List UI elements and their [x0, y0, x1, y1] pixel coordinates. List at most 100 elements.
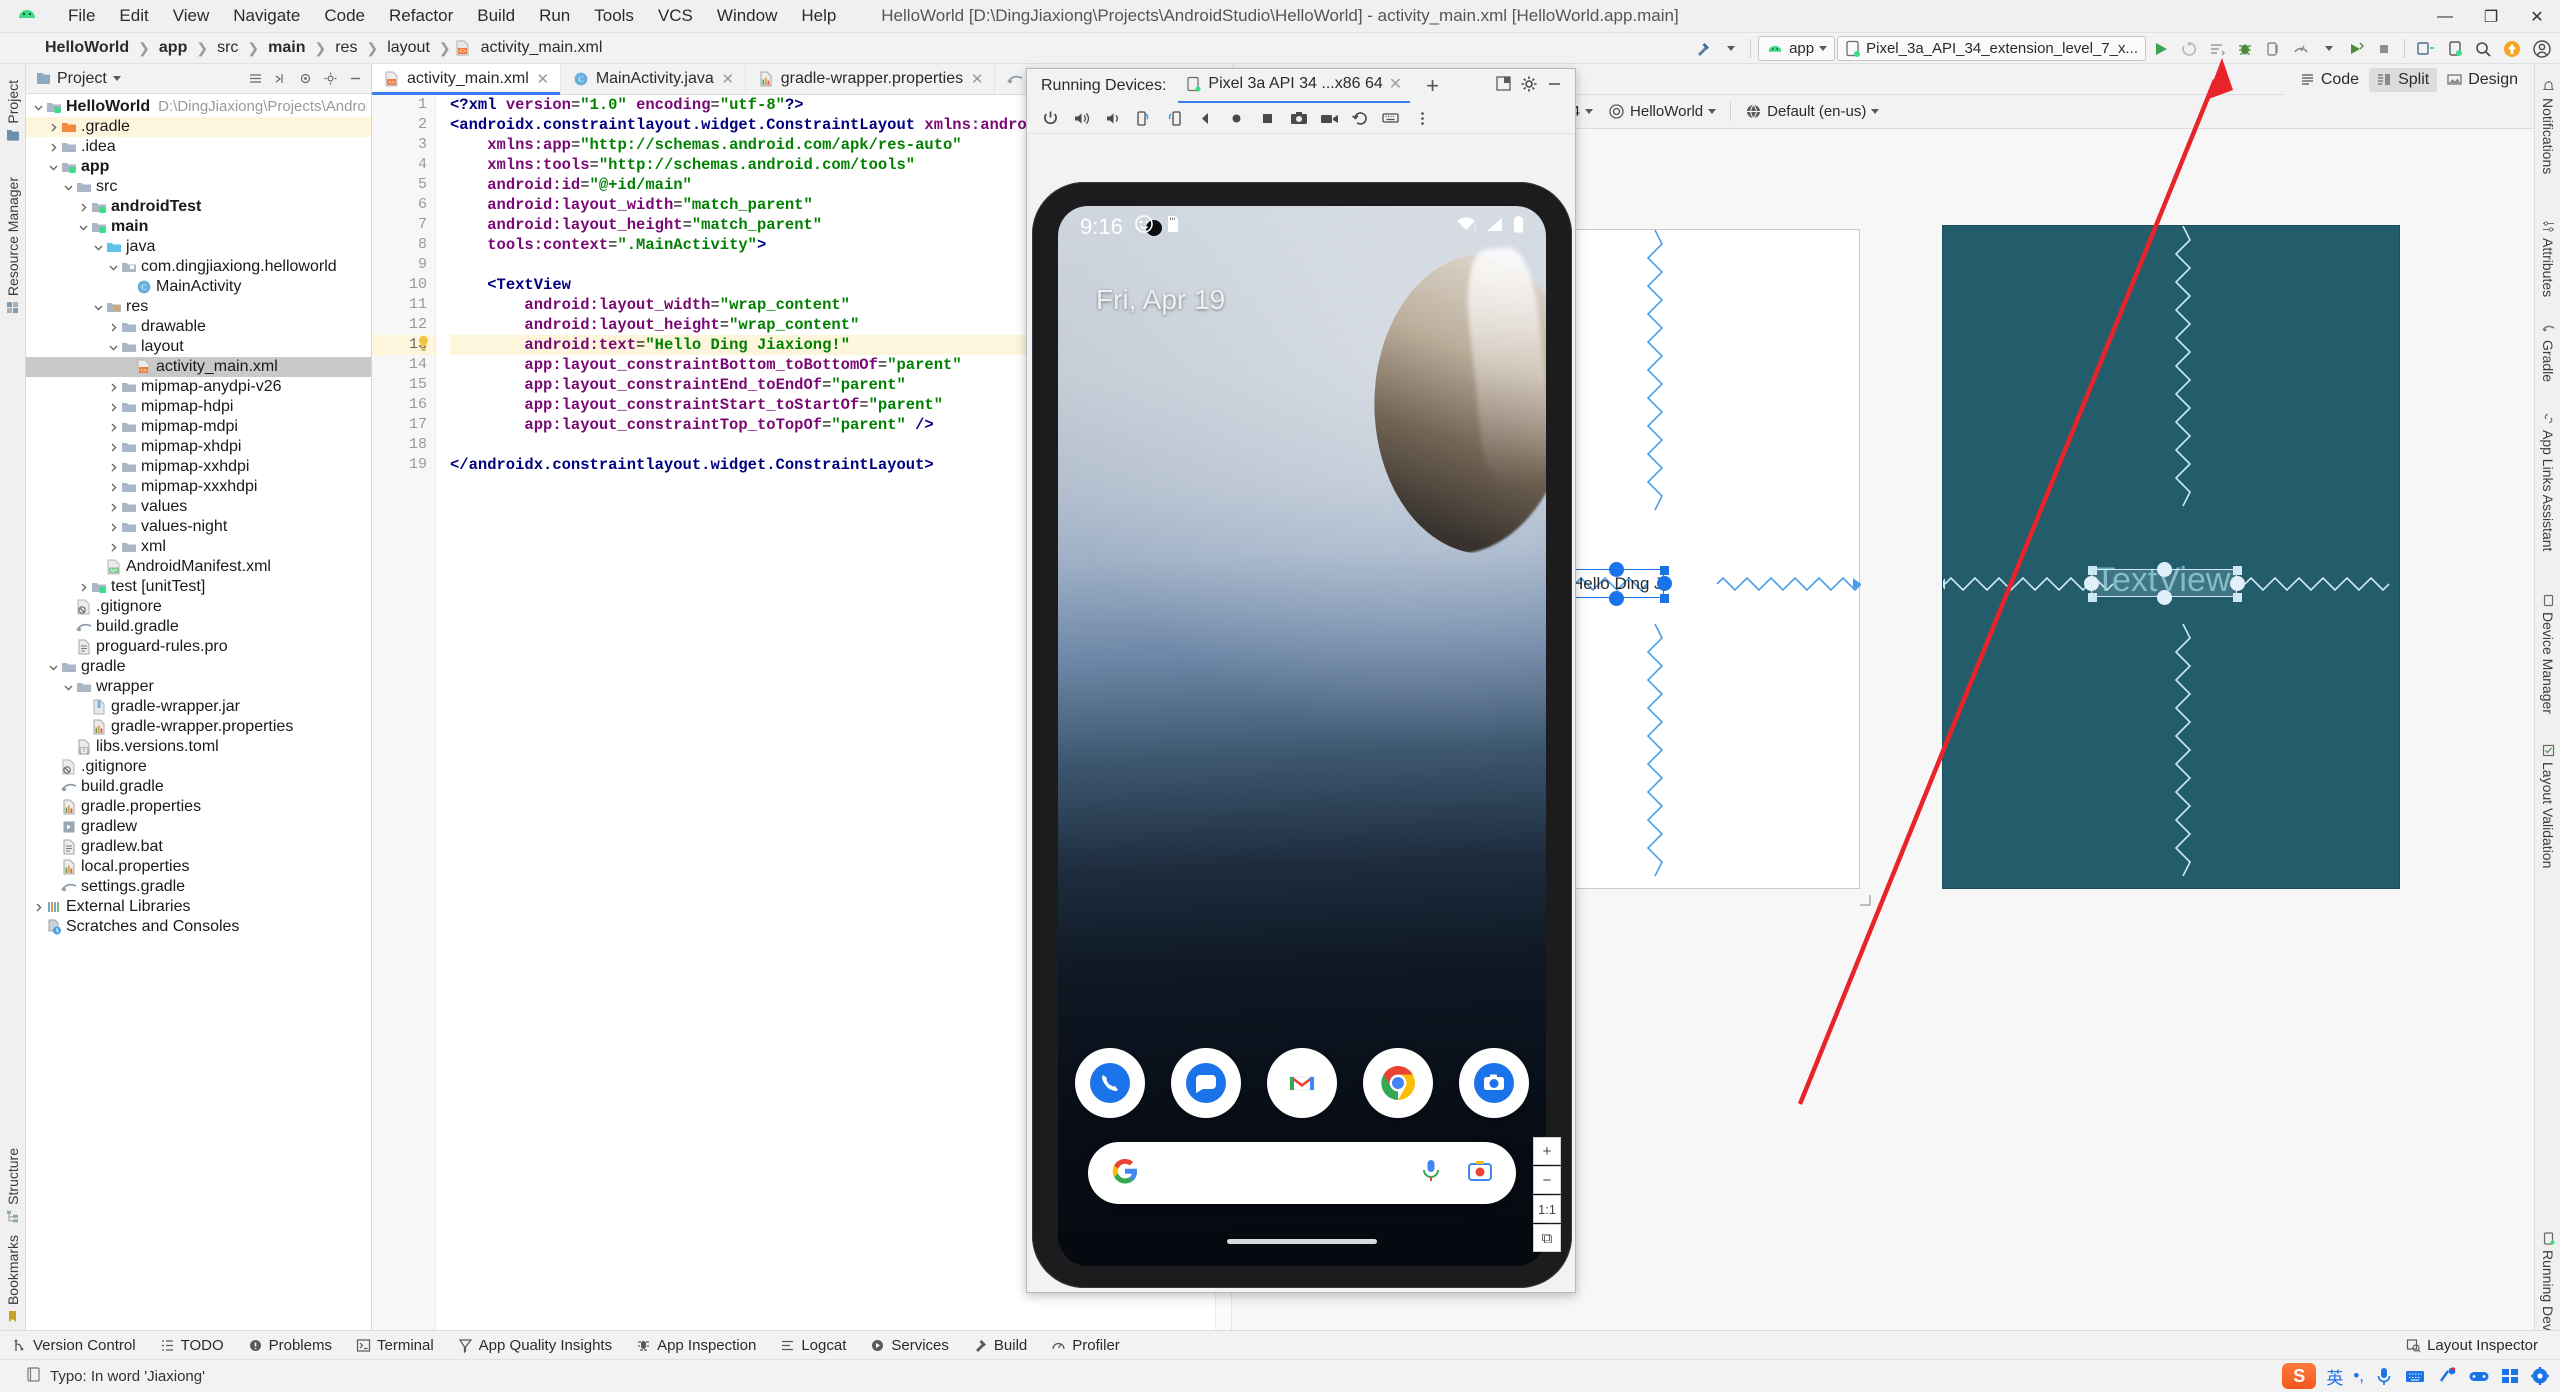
debug-icon[interactable]	[2232, 36, 2258, 61]
breadcrumb-item-main[interactable]: main	[263, 37, 310, 59]
tree-node-res[interactable]: res	[26, 297, 371, 317]
running-devices-window[interactable]: Running Devices: Pixel 3a API 34 ...x86 …	[1026, 68, 1576, 1293]
rotate-history-icon[interactable]	[1347, 106, 1374, 131]
collapse-all-icon[interactable]	[270, 69, 290, 89]
ime-mic-icon[interactable]	[2374, 1365, 2394, 1387]
account-icon[interactable]	[2528, 36, 2556, 61]
emulator-toolbar[interactable]	[1027, 103, 1575, 134]
chevron-down-icon[interactable]	[92, 301, 105, 314]
emulator-zoom-controls[interactable]: + − 1:1 ⧉	[1533, 1137, 1561, 1252]
separate-window-icon[interactable]	[1495, 75, 1512, 97]
view-mode-code[interactable]: Code	[2292, 68, 2367, 92]
line-number[interactable]: 11	[372, 295, 435, 315]
bp-constraint-anchor-bottom[interactable]	[2157, 590, 2172, 605]
sidebar-item-bookmarks[interactable]: Bookmarks	[0, 1227, 26, 1331]
tree-node-gradlew-bat[interactable]: gradlew.bat	[26, 837, 371, 857]
add-device-tab-button[interactable]: +	[1422, 73, 1443, 99]
resize-handle-tr[interactable]	[1660, 566, 1669, 575]
tree-node-gradle[interactable]: gradle	[26, 657, 371, 677]
tree-node-app[interactable]: app	[26, 157, 371, 177]
phone-icon[interactable]	[1075, 1048, 1145, 1118]
device-explorer-icon[interactable]	[2442, 36, 2468, 61]
line-number-gutter[interactable]: 1 2 3 4 5 6 7 8 9 10 11 12 13 14 15 16 17 18 19	[372, 95, 436, 1330]
tree-node-java[interactable]: java	[26, 237, 371, 257]
tree-node-gradlew[interactable]: gradlew	[26, 817, 371, 837]
bp-resize-handle-br[interactable]	[2233, 593, 2242, 602]
home-date-widget[interactable]: Fri, Apr 19	[1096, 284, 1225, 316]
zoom-in-button[interactable]: +	[1533, 1137, 1561, 1165]
emulator-phone[interactable]: 9:16 ! Fri, Apr 19	[1027, 182, 1577, 1292]
menu-window[interactable]: Window	[705, 3, 789, 29]
emulator-body[interactable]: 9:16 ! Fri, Apr 19 + − 1:1 ⧉	[1027, 134, 1575, 1292]
line-number[interactable]: 8	[372, 235, 435, 255]
chevron-right-icon[interactable]	[107, 441, 120, 454]
overview-icon[interactable]	[1254, 106, 1281, 131]
camera-icon[interactable]	[1459, 1048, 1529, 1118]
tree-node-drawable[interactable]: drawable	[26, 317, 371, 337]
run-with-coverage-icon[interactable]	[2343, 36, 2369, 61]
tree-node-gitignore[interactable]: .gitignore	[26, 757, 371, 777]
constraint-anchor-bottom[interactable]	[1609, 591, 1624, 606]
select-opened-file-icon[interactable]	[295, 69, 315, 89]
zoom-actual-size-button[interactable]: 1:1	[1533, 1195, 1561, 1223]
tree-node-src[interactable]: src	[26, 177, 371, 197]
settings-icon[interactable]	[320, 69, 340, 89]
tree-node-mipmap-hdpi[interactable]: mipmap-hdpi	[26, 397, 371, 417]
tree-node-values[interactable]: values	[26, 497, 371, 517]
chevron-right-icon[interactable]	[107, 461, 120, 474]
menu-run[interactable]: Run	[527, 3, 582, 29]
device-tab[interactable]: Pixel 3a API 34 ...x86 64 ✕	[1178, 69, 1411, 103]
run-icon[interactable]	[2148, 36, 2174, 61]
line-number[interactable]: 7	[372, 215, 435, 235]
breadcrumb-item-res[interactable]: res	[330, 37, 362, 59]
tree-node-mipmap-anydpi-v26[interactable]: mipmap-anydpi-v26	[26, 377, 371, 397]
maximize-button[interactable]: ❐	[2468, 0, 2514, 33]
tree-node-idea[interactable]: .idea	[26, 137, 371, 157]
ime-settings-icon[interactable]	[2530, 1366, 2550, 1386]
tree-node-mipmap-xxhdpi[interactable]: mipmap-xxhdpi	[26, 457, 371, 477]
chevron-down-icon[interactable]	[47, 661, 60, 674]
resize-handle-br[interactable]	[1660, 594, 1669, 603]
power-icon[interactable]	[1037, 106, 1064, 131]
tree-node-mipmap-xhdpi[interactable]: mipmap-xhdpi	[26, 437, 371, 457]
line-number[interactable]: 6	[372, 195, 435, 215]
bp-constraint-anchor-start[interactable]	[2084, 576, 2099, 591]
volume-up-icon[interactable]	[1068, 106, 1095, 131]
minimize-icon[interactable]	[1546, 75, 1563, 97]
record-icon[interactable]	[1316, 106, 1343, 131]
bp-resize-handle-bl[interactable]	[2088, 593, 2097, 602]
tree-node-gradle-properties[interactable]: gradle.properties	[26, 797, 371, 817]
project-panel-actions[interactable]	[245, 69, 371, 89]
chevron-right-icon[interactable]	[107, 481, 120, 494]
bp-constraint-anchor-top[interactable]	[2157, 562, 2172, 577]
status-bar-right[interactable]: S 英 •,	[2282, 1363, 2560, 1389]
tree-node-wrapper[interactable]: wrapper	[26, 677, 371, 697]
search-icon[interactable]	[2470, 36, 2496, 61]
home-icon[interactable]	[1223, 106, 1250, 131]
line-number[interactable]: 5	[372, 175, 435, 195]
constraint-anchor-end[interactable]	[1657, 576, 1672, 591]
close-button[interactable]: ✕	[2514, 0, 2560, 33]
menu-view[interactable]: View	[161, 3, 222, 29]
tool-layout-inspector[interactable]: Layout Inspector	[2394, 1334, 2550, 1357]
tree-node-gradle-wrapper-jar[interactable]: gradle-wrapper.jar	[26, 697, 371, 717]
sidebar-item-gradle[interactable]: Gradle	[2535, 314, 2560, 390]
breadcrumb-item-file[interactable]: activity_main.xml	[476, 37, 608, 59]
tool-window-bar[interactable]: Version Control TODO Problems Terminal A…	[0, 1330, 2560, 1359]
menu-navigate[interactable]: Navigate	[221, 3, 312, 29]
tool-todo[interactable]: TODO	[148, 1334, 236, 1357]
sidebar-item-resource-manager[interactable]: Resource Manager	[0, 169, 26, 322]
close-icon[interactable]: ✕	[1389, 74, 1402, 94]
breadcrumb-item-src[interactable]: src	[212, 37, 243, 59]
editor-tab-gradle-wrapper-properties[interactable]: gradle-wrapper.properties ✕	[746, 64, 996, 94]
main-toolbar[interactable]: app Pixel_3a_API_34_extension_level_7_x.…	[1690, 33, 2556, 64]
minimize-button[interactable]: —	[2422, 0, 2468, 33]
apply-code-changes-icon[interactable]	[2204, 36, 2230, 61]
bp-resize-handle-tr[interactable]	[2233, 566, 2242, 575]
breadcrumb-item-app[interactable]: app	[154, 37, 192, 59]
update-icon[interactable]	[2498, 36, 2526, 61]
tree-node-test-unittest[interactable]: test [unitTest]	[26, 577, 371, 597]
chevron-right-icon[interactable]	[107, 421, 120, 434]
chrome-icon[interactable]	[1363, 1048, 1433, 1118]
app-dock[interactable]	[1058, 1048, 1546, 1118]
